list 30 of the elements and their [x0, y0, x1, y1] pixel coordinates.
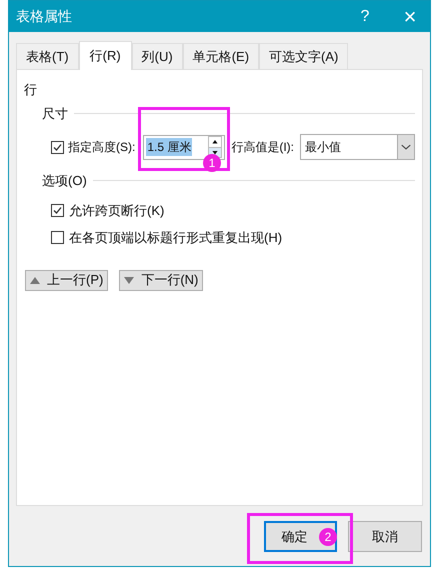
tab[interactable]: 列(U) — [132, 43, 183, 69]
tab[interactable]: 单元格(E) — [182, 43, 260, 69]
checkbox-label: 指定高度(S): — [68, 139, 136, 156]
tab[interactable]: 行(R) — [78, 41, 132, 70]
window-title: 表格属性 — [16, 7, 72, 26]
cancel-button[interactable]: 取消 — [348, 521, 422, 552]
checkmark-icon — [53, 206, 62, 215]
triangle-down-icon — [124, 276, 134, 284]
tab[interactable]: 可选文字(A) — [259, 43, 348, 69]
dropdown-value: 最小值 — [305, 139, 342, 156]
field-label: 行高值是(I): — [231, 139, 294, 156]
checkmark-icon — [53, 142, 62, 152]
height-mode-dropdown[interactable]: 最小值 — [300, 134, 415, 160]
previous-row-button[interactable]: 上一行(P) — [25, 270, 108, 290]
group-title: 选项(O) — [42, 172, 87, 190]
checkbox[interactable] — [51, 140, 64, 154]
number-badge: 2 — [319, 528, 337, 546]
triangle-up-icon — [30, 276, 40, 284]
selected-text: 1.5 厘米 — [146, 138, 192, 156]
chevron-down-icon — [397, 135, 414, 159]
section-heading: 行 — [24, 81, 37, 99]
checkbox-label: 在各页顶端以标题行形式重复出现(H) — [69, 229, 282, 247]
next-row-button[interactable]: 下一行(N) — [119, 270, 204, 290]
tab[interactable]: 表格(T) — [16, 43, 79, 69]
checkbox-label: 允许跨页断行(K) — [69, 202, 164, 220]
checkbox[interactable] — [51, 204, 64, 217]
height-field[interactable]: 1.5 厘米 — [143, 134, 226, 160]
ok-button[interactable]: 确定 2 — [264, 521, 337, 552]
checkbox[interactable] — [51, 231, 64, 244]
group-title: 尺寸 — [42, 104, 68, 122]
